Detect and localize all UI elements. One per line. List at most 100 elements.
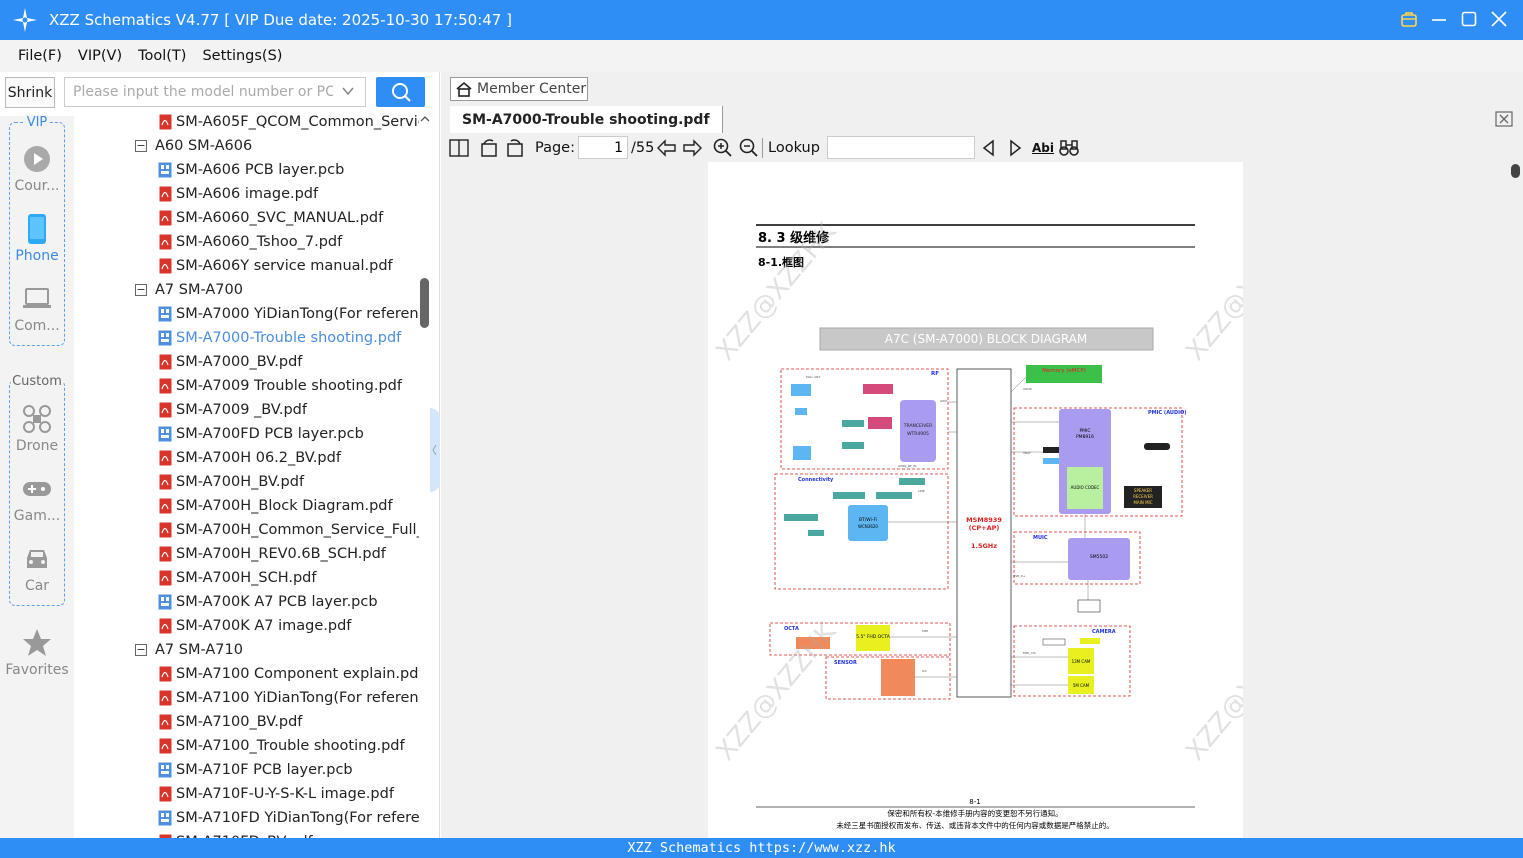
tree-item-label: SM-A605F_QCOM_Common_Servic — [176, 114, 419, 130]
member-center-button[interactable]: Member Center — [450, 77, 588, 101]
app-logo-icon — [11, 6, 39, 34]
tree-file[interactable]: SM-A6060_SVC_MANUAL.pdf — [74, 206, 419, 230]
pdf-file-icon — [158, 474, 172, 490]
pdf-page-content: 8. 3 级维修 8-1.框图 A7C (SM-A7000) BLOCK DIA… — [710, 217, 1313, 830]
rotate-right-icon[interactable] — [505, 136, 525, 160]
tree-file[interactable]: SM-A7000 YiDianTong(For referen — [74, 302, 419, 326]
tree-file[interactable]: SM-A700H_Block Diagram.pdf — [74, 494, 419, 518]
nav-item-drone[interactable]: Drone — [0, 404, 74, 454]
minimize-icon[interactable] — [1429, 8, 1449, 30]
drone-icon — [0, 404, 74, 434]
pdf-toolbar: Page: /55 Lookup Abi — [441, 134, 1523, 162]
tree-file[interactable]: SM-A606 PCB layer.pcb — [74, 158, 419, 182]
menu-vip[interactable]: VIP(V) — [78, 48, 122, 64]
next-page-icon[interactable] — [681, 136, 703, 160]
tree-file[interactable]: SM-A7000_BV.pdf — [74, 350, 419, 374]
svg-text:5.5" FHD OCTA: 5.5" FHD OCTA — [856, 634, 891, 640]
nav-item-car[interactable]: Car — [0, 544, 74, 594]
tree-folder[interactable]: − A60 SM-A606 — [74, 134, 419, 158]
tree-item-label: SM-A710F-U-Y-S-K-L image.pdf — [176, 786, 394, 802]
tree-item-label: SM-A700H 06.2_BV.pdf — [176, 450, 341, 466]
nav-item-favorites[interactable]: Favorites — [0, 628, 74, 678]
menu-file[interactable]: File(F) — [18, 48, 62, 64]
nav-item-gaming[interactable]: Gam... — [0, 474, 74, 524]
zoom-out-icon[interactable] — [739, 136, 759, 160]
svg-text:OCTA: OCTA — [784, 626, 799, 632]
nav-item-computer[interactable]: Com... — [0, 284, 74, 334]
close-tab-icon[interactable] — [1495, 110, 1513, 132]
category-nav: VIP Cour... Phone Com... Custom Drone Ga… — [0, 115, 74, 838]
svg-text:SM5502: SM5502 — [1090, 554, 1108, 560]
tree-file[interactable]: SM-A7100 YiDianTong(For referen — [74, 686, 419, 710]
tree-item-label: SM-A7100 YiDianTong(For referen — [176, 690, 419, 706]
tree-file[interactable]: SM-A606 image.pdf — [74, 182, 419, 206]
pdf-page: 8. 3 级维修 8-1.框图 A7C (SM-A7000) BLOCK DIA… — [708, 162, 1313, 838]
menu-settings[interactable]: Settings(S) — [202, 48, 282, 64]
binoculars-icon[interactable] — [1058, 136, 1080, 160]
tree-item-label: SM-A606 image.pdf — [176, 186, 319, 202]
tree-file[interactable]: SM-A7009 _BV.pdf — [74, 398, 419, 422]
shrink-button[interactable]: Shrink — [5, 77, 55, 108]
document-viewer[interactable]: 8. 3 级维修 8-1.框图 A7C (SM-A7000) BLOCK DIA… — [441, 162, 1523, 838]
pdf-file-icon — [158, 570, 172, 586]
tree-scroll-thumb[interactable] — [420, 278, 429, 328]
tree-item-label: SM-A6060_Tshoo_7.pdf — [176, 234, 343, 250]
close-icon[interactable] — [1489, 8, 1509, 30]
viewer-scrollbar[interactable] — [1509, 162, 1523, 838]
tree-file[interactable]: SM-A700H_REV0.6B_SCH.pdf — [74, 542, 419, 566]
page-number-input[interactable] — [578, 136, 628, 159]
vip-bag-icon[interactable] — [1399, 8, 1419, 30]
find-prev-icon[interactable] — [981, 136, 997, 160]
tree-file[interactable]: SM-A700H_BV.pdf — [74, 470, 419, 494]
tree-file[interactable]: SM-A6060_Tshoo_7.pdf — [74, 230, 419, 254]
maximize-icon[interactable] — [1459, 8, 1479, 30]
find-next-icon[interactable] — [1007, 136, 1023, 160]
rotate-left-icon[interactable] — [479, 136, 499, 160]
collapse-toggle-icon[interactable]: − — [135, 140, 147, 152]
pdf-file-icon — [158, 234, 172, 250]
svg-text:CAMERA: CAMERA — [1092, 629, 1116, 635]
tab-document[interactable]: SM-A7000-Trouble shooting.pdf — [450, 106, 723, 133]
prev-page-icon[interactable] — [656, 136, 678, 160]
svg-text:SPEAKER: SPEAKER — [1134, 488, 1152, 493]
tree-file[interactable]: SM-A605F_QCOM_Common_Servic — [74, 110, 419, 134]
search-button[interactable] — [376, 77, 425, 107]
tree-file[interactable]: SM-A700H_Common_Service_Full_ — [74, 518, 419, 542]
search-input[interactable] — [73, 84, 333, 100]
tree-file[interactable]: SM-A7009 Trouble shooting.pdf — [74, 374, 419, 398]
nav-item-courses[interactable]: Cour... — [0, 144, 74, 194]
menu-tool[interactable]: Tool(T) — [138, 48, 186, 64]
zoom-in-icon[interactable] — [713, 136, 733, 160]
svg-text:Connectivity: Connectivity — [798, 477, 834, 483]
sidebar-toggle-icon[interactable] — [449, 136, 469, 160]
chevron-down-icon[interactable] — [341, 84, 355, 102]
title-bar: XZZ Schematics V4.77 [ VIP Due date: 202… — [0, 0, 1523, 40]
tree-file[interactable]: SM-A700K A7 PCB layer.pcb — [74, 590, 419, 614]
collapse-toggle-icon[interactable]: − — [135, 284, 147, 296]
match-case-button[interactable]: Abi — [1032, 136, 1054, 160]
tree-file[interactable]: SM-A7100_BV.pdf — [74, 710, 419, 734]
tree-file[interactable]: SM-A606Y service manual.pdf — [74, 254, 419, 278]
tree-file[interactable]: SM-A710FD_BV.pdf — [74, 830, 419, 838]
collapse-handle[interactable] — [430, 408, 440, 492]
nav-item-phone[interactable]: Phone — [0, 214, 74, 264]
tree-file[interactable]: SM-A7000-Trouble shooting.pdf — [74, 326, 419, 350]
tree-file[interactable]: SM-A700H_SCH.pdf — [74, 566, 419, 590]
tree-file[interactable]: SM-A710F PCB layer.pcb — [74, 758, 419, 782]
tree-file[interactable]: SM-A7100_Trouble shooting.pdf — [74, 734, 419, 758]
tree-file[interactable]: SM-A700K A7 image.pdf — [74, 614, 419, 638]
svg-text:13M CAM: 13M CAM — [1072, 659, 1091, 664]
tree-file[interactable]: SM-A710FD YiDianTong(For refere — [74, 806, 419, 830]
nav-item-label: Drone — [15, 438, 59, 454]
tree-file[interactable]: SM-A700H 06.2_BV.pdf — [74, 446, 419, 470]
tree-file[interactable]: SM-A710F-U-Y-S-K-L image.pdf — [74, 782, 419, 806]
tree-folder[interactable]: − A7 SM-A710 — [74, 638, 419, 662]
collapse-toggle-icon[interactable]: − — [135, 644, 147, 656]
pdf-file-icon — [158, 354, 172, 370]
tree-folder[interactable]: − A7 SM-A700 — [74, 278, 419, 302]
viewer-scroll-thumb[interactable] — [1511, 164, 1520, 178]
file-tree: SM-A605F_QCOM_Common_Servic − A60 SM-A606 S… — [74, 108, 419, 838]
tree-file[interactable]: SM-A7100 Component explain.pdf — [74, 662, 419, 686]
tree-file[interactable]: SM-A700FD PCB layer.pcb — [74, 422, 419, 446]
lookup-input[interactable] — [827, 136, 975, 159]
